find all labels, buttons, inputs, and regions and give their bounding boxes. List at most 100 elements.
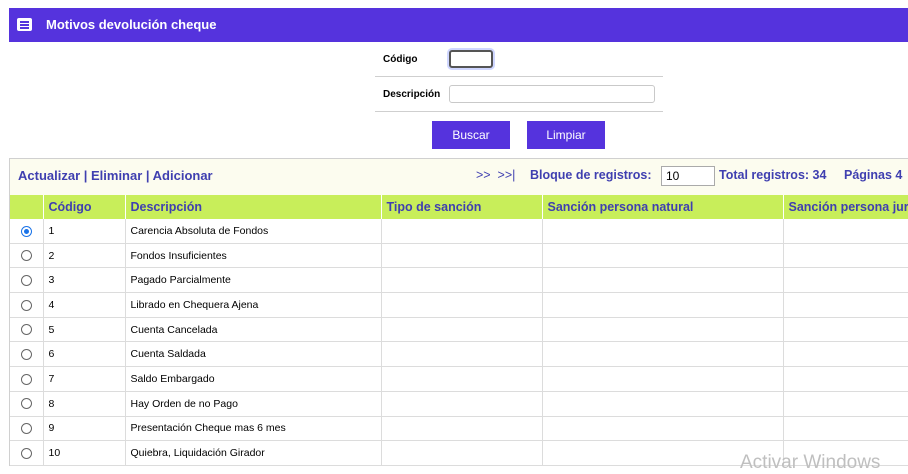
tipo-sancion-cell (381, 416, 543, 442)
row-select-cell (10, 219, 44, 244)
row-radio-button[interactable] (20, 447, 32, 459)
table-row[interactable]: 8 Hay Orden de no Pago (10, 391, 908, 417)
codigo-cell: 9 (43, 416, 126, 442)
codigo-cell: 6 (43, 341, 126, 368)
tipo-sancion-cell (381, 219, 543, 244)
table-row[interactable]: 5 Cuenta Cancelada (10, 317, 908, 343)
table-row[interactable]: 4 Librado en Chequera Ajena (10, 292, 908, 318)
tipo-sancion-cell (381, 267, 543, 294)
descripcion-cell: Carencia Absoluta de Fondos (125, 219, 382, 244)
descripcion-cell: Quiebra, Liquidación Girador (125, 440, 382, 466)
column-header[interactable]: Tipo de sanción (381, 195, 543, 219)
codigo-cell: 5 (43, 317, 126, 343)
tipo-sancion-cell (381, 341, 543, 368)
codigo-cell: 4 (43, 292, 126, 318)
codigo-input[interactable] (449, 50, 493, 68)
codigo-cell: 10 (43, 440, 126, 466)
row-radio-button[interactable] (20, 349, 32, 360)
grid-toolbar: Actualizar | Eliminar | Adicionar >> >>|… (10, 159, 908, 195)
tipo-sancion-cell (381, 317, 543, 343)
select-column-header (10, 195, 44, 219)
sancion-juridica-cell (783, 219, 908, 244)
row-select-cell (10, 317, 44, 343)
table-row[interactable]: 9 Presentación Cheque mas 6 mes (10, 416, 908, 442)
codigo-cell: 7 (43, 366, 126, 392)
column-header[interactable]: Sanción persona jurídica (783, 195, 908, 219)
sancion-natural-cell (542, 267, 784, 294)
paginas-count: Páginas 4 (844, 168, 903, 182)
table-header-row: Código Descripción Tipo de sanción Sanci… (10, 195, 908, 219)
sancion-juridica-cell (783, 366, 908, 392)
row-radio-button[interactable] (20, 299, 32, 311)
sancion-natural-cell (542, 292, 784, 318)
table-row[interactable]: 6 Cuenta Saldada (10, 341, 908, 368)
row-select-cell (10, 416, 44, 442)
codigo-cell: 3 (43, 267, 126, 294)
row-radio-button[interactable] (20, 225, 32, 237)
row-radio-button[interactable] (20, 398, 32, 410)
sancion-natural-cell (542, 341, 784, 368)
codigo-row: Código (375, 42, 663, 77)
sancion-juridica-cell (783, 416, 908, 442)
list-icon (17, 18, 32, 31)
total-registros: Total registros: 34 (719, 168, 827, 182)
sancion-natural-cell (542, 243, 784, 269)
row-select-cell (10, 243, 44, 269)
table-row[interactable]: 3 Pagado Parcialmente (10, 267, 908, 294)
descripcion-cell: Cuenta Cancelada (125, 317, 382, 343)
row-select-cell (10, 366, 44, 392)
row-select-cell (10, 440, 44, 466)
descripcion-cell: Cuenta Saldada (125, 341, 382, 368)
limpiar-button[interactable]: Limpiar (527, 121, 605, 149)
sancion-natural-cell (542, 366, 784, 392)
descripcion-cell: Hay Orden de no Pago (125, 391, 382, 417)
buscar-button[interactable]: Buscar (432, 121, 510, 149)
sancion-natural-cell (542, 317, 784, 343)
tipo-sancion-cell (381, 440, 543, 466)
bloque-label: Bloque de registros: (530, 168, 652, 182)
descripcion-cell: Librado en Chequera Ajena (125, 292, 382, 318)
sancion-juridica-cell (783, 341, 908, 368)
column-header[interactable]: Descripción (125, 195, 382, 219)
descripcion-row: Descripción (375, 77, 663, 112)
bloque-input[interactable] (661, 166, 715, 186)
descripcion-cell: Pagado Parcialmente (125, 267, 382, 294)
sancion-juridica-cell (783, 243, 908, 269)
results-grid: Actualizar | Eliminar | Adicionar >> >>|… (9, 158, 908, 466)
descripcion-input[interactable] (449, 85, 655, 103)
codigo-cell: 1 (43, 219, 126, 244)
filter-form: Código Descripción (375, 42, 663, 112)
row-radio-button[interactable] (20, 423, 32, 435)
row-radio-button[interactable] (20, 250, 32, 262)
row-select-cell (10, 267, 44, 294)
descripcion-cell: Saldo Embargado (125, 366, 382, 392)
table-row[interactable]: 1 Carencia Absoluta de Fondos (10, 219, 908, 244)
tipo-sancion-cell (381, 366, 543, 392)
row-radio-button[interactable] (20, 373, 32, 385)
row-select-cell (10, 292, 44, 318)
sancion-juridica-cell (783, 267, 908, 294)
grid-actions-links[interactable]: Actualizar | Eliminar | Adicionar (18, 168, 213, 183)
tipo-sancion-cell (381, 243, 543, 269)
sancion-juridica-cell (783, 292, 908, 318)
column-header[interactable]: Código (43, 195, 126, 219)
window-title-bar: Motivos devolución cheque (9, 8, 908, 42)
row-radio-button[interactable] (20, 274, 32, 286)
table-row[interactable]: 2 Fondos Insuficientes (10, 243, 908, 269)
descripcion-cell: Presentación Cheque mas 6 mes (125, 416, 382, 442)
sancion-natural-cell (542, 416, 784, 442)
codigo-cell: 2 (43, 243, 126, 269)
records-table: Código Descripción Tipo de sanción Sanci… (10, 195, 908, 466)
activation-watermark: Activar Windows (740, 452, 881, 473)
sancion-juridica-cell (783, 317, 908, 343)
tipo-sancion-cell (381, 391, 543, 417)
codigo-label: Código (383, 54, 418, 65)
row-radio-button[interactable] (20, 324, 32, 336)
table-row[interactable]: 7 Saldo Embargado (10, 366, 908, 392)
page-title: Motivos devolución cheque (46, 17, 217, 32)
row-select-cell (10, 391, 44, 417)
column-header[interactable]: Sanción persona natural (542, 195, 784, 219)
tipo-sancion-cell (381, 292, 543, 318)
pagination-next-links[interactable]: >> >>| (476, 168, 515, 182)
descripcion-label: Descripción (383, 89, 441, 100)
